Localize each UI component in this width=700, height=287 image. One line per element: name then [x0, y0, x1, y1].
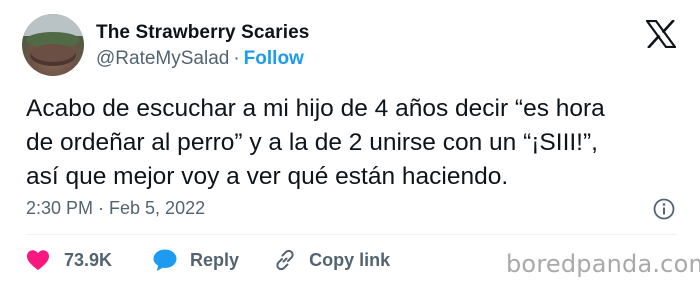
author-name[interactable]: The Strawberry Scaries [96, 22, 309, 44]
like-count: 73.9K [64, 249, 113, 270]
info-icon[interactable] [653, 198, 675, 220]
reply-label: Reply [190, 249, 240, 270]
author-handle[interactable]: @RateMySalad [96, 48, 229, 69]
copy-link-button[interactable]: Copy link [273, 248, 390, 272]
like-button[interactable]: 73.9K [26, 249, 112, 271]
tweet-line: Acabo de escuchar a mi hijo de 4 años de… [26, 95, 605, 122]
follow-button[interactable]: Follow [244, 48, 304, 69]
tweet-text: Acabo de escuchar a mi hijo de 4 años de… [26, 92, 686, 194]
speech-bubble-icon [153, 249, 177, 271]
tweet-line: así que mejor voy a ver qué están hacien… [26, 163, 509, 190]
tweet-line: de ordeñar al perro” y a la de 2 unirse … [26, 129, 598, 156]
divider [26, 234, 676, 235]
copy-link-label: Copy link [309, 249, 391, 270]
separator-dot: · [233, 48, 240, 69]
avatar-bowl [30, 44, 76, 66]
heart-icon [27, 250, 49, 270]
action-bar: 73.9K Reply Copy link [26, 247, 390, 273]
reply-button[interactable]: Reply [152, 248, 239, 272]
watermark: boredpanda.com [506, 250, 700, 278]
handle-row: @RateMySalad · Follow [96, 48, 304, 70]
avatar[interactable] [22, 14, 84, 76]
link-icon [276, 249, 294, 271]
x-logo-icon[interactable] [646, 20, 676, 48]
tweet-timestamp[interactable]: 2:30 PM · Feb 5, 2022 [26, 198, 205, 219]
